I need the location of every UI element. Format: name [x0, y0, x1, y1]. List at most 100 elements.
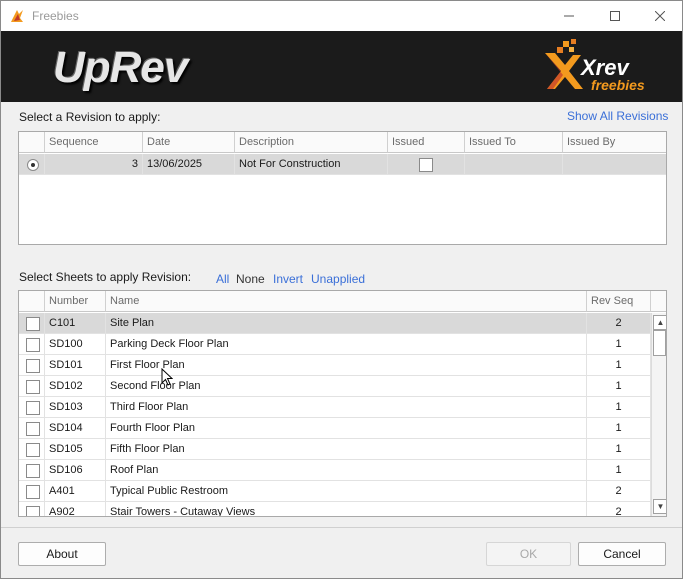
- revision-row[interactable]: 3 13/06/2025 Not For Construction: [19, 154, 666, 175]
- sheet-checkbox[interactable]: [26, 359, 40, 373]
- rev-seq-column-header[interactable]: Rev Seq: [587, 291, 651, 312]
- sheet-rev-seq: 1: [587, 439, 651, 460]
- revision-date: 13/06/2025: [143, 154, 235, 175]
- name-column-header[interactable]: Name: [106, 291, 587, 312]
- sheet-rev-seq: 1: [587, 460, 651, 481]
- sheet-row[interactable]: A902 Stair Towers - Cutaway Views 2: [19, 502, 666, 516]
- brand-freebies-text: freebies: [591, 77, 645, 93]
- dialog-window: Freebies UpRev Xrev freebies Select a Re…: [0, 0, 683, 579]
- issued-to-column-header[interactable]: Issued To: [465, 132, 563, 153]
- sheet-row[interactable]: SD103 Third Floor Plan 1: [19, 397, 666, 418]
- show-all-revisions-link[interactable]: Show All Revisions: [567, 109, 668, 123]
- number-column-header[interactable]: Number: [45, 291, 106, 312]
- ok-button[interactable]: OK: [486, 542, 571, 566]
- sheet-name: Fourth Floor Plan: [106, 418, 587, 439]
- sheet-select-cell[interactable]: [19, 460, 45, 481]
- xrev-freebies-logo: Xrev freebies: [541, 39, 676, 97]
- sheet-row[interactable]: SD101 First Floor Plan 1: [19, 355, 666, 376]
- sheet-number: SD106: [45, 460, 106, 481]
- revisions-grid[interactable]: Sequence Date Description Issued Issued …: [18, 131, 667, 245]
- minimize-button[interactable]: [546, 1, 592, 31]
- sheet-row[interactable]: A401 Typical Public Restroom 2: [19, 481, 666, 502]
- sheet-rev-seq: 1: [587, 355, 651, 376]
- row-selector-cell[interactable]: [19, 154, 45, 175]
- sheet-checkbox[interactable]: [26, 464, 40, 478]
- revision-issued-to: [465, 154, 563, 175]
- sheet-number: A401: [45, 481, 106, 502]
- revision-issued-cell: [388, 154, 465, 175]
- sheet-number: SD100: [45, 334, 106, 355]
- sheet-select-cell[interactable]: [19, 313, 45, 334]
- sheet-checkbox[interactable]: [26, 506, 40, 516]
- sheet-checkbox[interactable]: [26, 317, 40, 331]
- close-icon: [655, 11, 665, 21]
- sheet-row[interactable]: SD104 Fourth Floor Plan 1: [19, 418, 666, 439]
- sheet-row[interactable]: SD106 Roof Plan 1: [19, 460, 666, 481]
- sheets-scrollbar[interactable]: ▲ ▼: [651, 313, 666, 516]
- sheet-select-cell[interactable]: [19, 418, 45, 439]
- sheet-name: Parking Deck Floor Plan: [106, 334, 587, 355]
- sheet-name: Fifth Floor Plan: [106, 439, 587, 460]
- sheets-grid[interactable]: Number Name Rev Seq C101 Site Plan 2 SD100 P…: [18, 290, 667, 517]
- window-title: Freebies: [32, 9, 79, 23]
- sheet-select-cell[interactable]: [19, 397, 45, 418]
- sheet-rev-seq: 1: [587, 418, 651, 439]
- sequence-column-header[interactable]: Sequence: [45, 132, 143, 153]
- revision-description: Not For Construction: [235, 154, 388, 175]
- header-banner: UpRev Xrev freebies: [1, 31, 682, 102]
- issued-column-header[interactable]: Issued: [388, 132, 465, 153]
- revision-section-label: Select a Revision to apply:: [19, 110, 161, 124]
- scroll-thumb[interactable]: [653, 330, 666, 356]
- title-bar[interactable]: Freebies: [1, 1, 682, 31]
- description-column-header[interactable]: Description: [235, 132, 388, 153]
- sheet-select-cell[interactable]: [19, 376, 45, 397]
- sheet-select-header: [19, 291, 45, 312]
- date-column-header[interactable]: Date: [143, 132, 235, 153]
- uprev-logo: UpRev: [53, 43, 188, 92]
- sheet-select-cell[interactable]: [19, 334, 45, 355]
- app-logo-icon: [11, 10, 23, 22]
- about-button[interactable]: About: [18, 542, 106, 566]
- sheet-checkbox[interactable]: [26, 443, 40, 457]
- select-unapplied-link[interactable]: Unapplied: [311, 272, 365, 286]
- sheet-checkbox[interactable]: [26, 401, 40, 415]
- sheet-checkbox[interactable]: [26, 338, 40, 352]
- sheet-rev-seq: 1: [587, 397, 651, 418]
- issued-by-column-header[interactable]: Issued By: [563, 132, 666, 153]
- revision-radio[interactable]: [27, 159, 39, 171]
- select-all-link[interactable]: All: [216, 272, 229, 286]
- sheet-select-cell[interactable]: [19, 481, 45, 502]
- sheet-checkbox[interactable]: [26, 380, 40, 394]
- sheet-name: First Floor Plan: [106, 355, 587, 376]
- sheet-row[interactable]: SD105 Fifth Floor Plan 1: [19, 439, 666, 460]
- sheet-select-cell[interactable]: [19, 355, 45, 376]
- sheet-select-cell[interactable]: [19, 502, 45, 516]
- maximize-button[interactable]: [592, 1, 638, 31]
- sheet-rev-seq: 2: [587, 481, 651, 502]
- sheet-row[interactable]: SD100 Parking Deck Floor Plan 1: [19, 334, 666, 355]
- invert-selection-link[interactable]: Invert: [273, 272, 303, 286]
- sheet-rev-seq: 1: [587, 376, 651, 397]
- sheet-checkbox[interactable]: [26, 422, 40, 436]
- sheet-number: SD105: [45, 439, 106, 460]
- sheet-row[interactable]: C101 Site Plan 2: [19, 313, 666, 334]
- row-selector-header: [19, 132, 45, 153]
- sheet-checkbox[interactable]: [26, 485, 40, 499]
- scroll-up-button[interactable]: ▲: [653, 315, 666, 330]
- mouse-cursor-icon: [161, 368, 173, 386]
- sheet-rev-seq: 2: [587, 502, 651, 516]
- revision-sequence: 3: [45, 154, 143, 175]
- maximize-icon: [610, 11, 620, 21]
- sheet-number: SD102: [45, 376, 106, 397]
- sheet-name: Second Floor Plan: [106, 376, 587, 397]
- scroll-down-button[interactable]: ▼: [653, 499, 666, 514]
- sheet-number: SD103: [45, 397, 106, 418]
- minimize-icon: [564, 15, 574, 17]
- sheet-select-cell[interactable]: [19, 439, 45, 460]
- close-button[interactable]: [637, 1, 683, 31]
- cancel-button[interactable]: Cancel: [578, 542, 666, 566]
- sheet-row[interactable]: SD102 Second Floor Plan 1: [19, 376, 666, 397]
- issued-checkbox[interactable]: [419, 158, 433, 172]
- select-none-link[interactable]: None: [236, 272, 265, 286]
- sheet-name: Roof Plan: [106, 460, 587, 481]
